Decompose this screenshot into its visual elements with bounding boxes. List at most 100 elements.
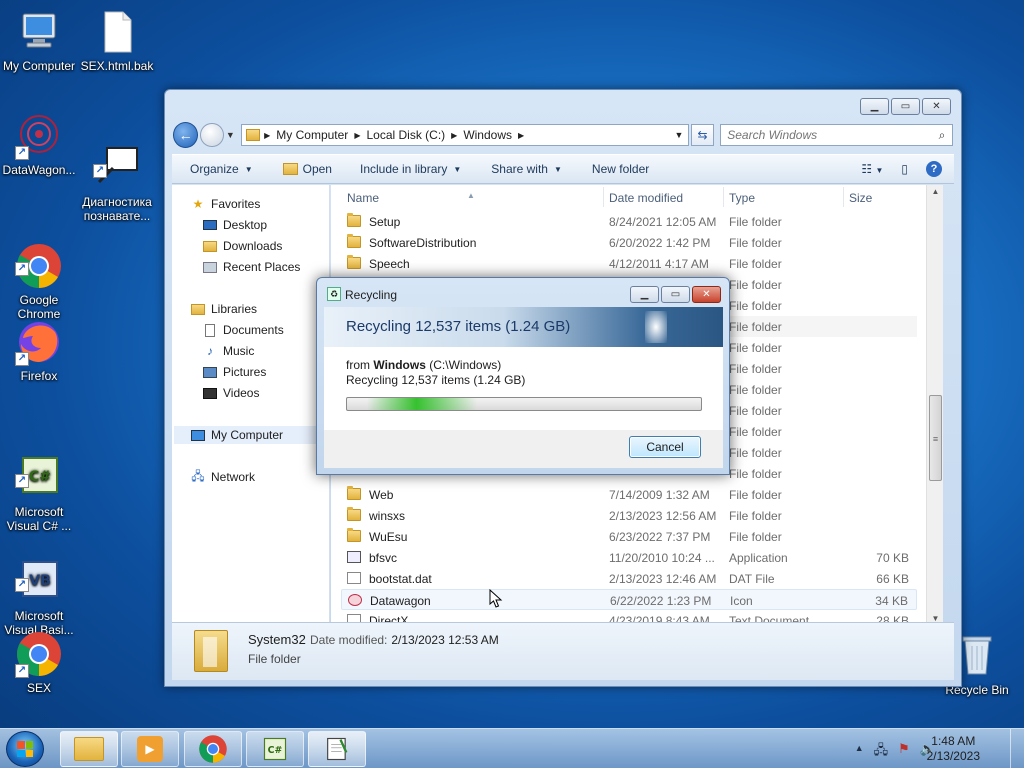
desktop-icon-diagnostics[interactable]: ↗ Диагностика познавате...: [78, 116, 156, 237]
column-divider[interactable]: [723, 187, 724, 207]
minimize-button[interactable]: ▁: [860, 98, 889, 115]
maximize-button[interactable]: ▭: [661, 286, 690, 303]
file-row[interactable]: SoftwareDistribution 6/20/2022 1:42 PM Fil…: [341, 232, 917, 253]
forward-button[interactable]: [200, 123, 224, 147]
maximize-button[interactable]: ▭: [891, 98, 920, 115]
nav-label: My Computer: [211, 428, 284, 442]
file-type: File folder: [729, 215, 782, 229]
file-row[interactable]: Setup 8/24/2021 12:05 AM File folder: [341, 211, 917, 232]
network-status-icon[interactable]: 🖧: [874, 741, 889, 763]
column-divider[interactable]: [603, 187, 604, 207]
search-input[interactable]: [727, 128, 932, 142]
nav-my-computer[interactable]: My Computer: [174, 426, 328, 444]
file-row[interactable]: bootstat.dat 2/13/2023 12:46 AM DAT File 66…: [341, 568, 917, 589]
cancel-button[interactable]: Cancel: [629, 436, 701, 458]
scrollbar-thumb[interactable]: ≡: [929, 395, 942, 481]
file-row[interactable]: Speech 4/12/2011 4:17 AM File folder: [341, 253, 917, 274]
refresh-button[interactable]: ⇆: [690, 124, 715, 146]
show-hidden-icons-icon[interactable]: ▲: [855, 743, 864, 763]
nav-label: Desktop: [223, 218, 268, 232]
recycle-icon: ♻: [327, 287, 341, 301]
scroll-up-icon[interactable]: ▲: [927, 187, 943, 196]
organize-button[interactable]: Organize ▼: [190, 162, 253, 176]
svg-text:VB: VB: [29, 573, 51, 589]
file-row[interactable]: Web 7/14/2009 1:32 AM File folder: [341, 484, 917, 505]
view-options-button[interactable]: ☷ ▼: [861, 162, 883, 176]
recycling-dialog[interactable]: ♻ Recycling ▁ ▭ ✕ Recycling 12,537 items…: [316, 277, 730, 475]
recent-pages-dropdown[interactable]: ▼: [224, 130, 238, 140]
music-icon: ♪: [207, 344, 213, 358]
shortcut-arrow-icon: ↗: [93, 164, 107, 178]
desktop-icon-firefox[interactable]: ↗ Firefox: [0, 318, 78, 383]
nav-documents[interactable]: Documents: [202, 321, 284, 339]
address-bar[interactable]: ▶ My Computer ▶ Local Disk (C:) ▶ Window…: [241, 124, 689, 146]
column-name[interactable]: Name: [347, 191, 379, 205]
show-desktop-button[interactable]: [1010, 729, 1024, 768]
chevron-down-icon: ▼: [553, 164, 562, 174]
chevron-right-icon[interactable]: ▶: [451, 131, 457, 140]
preview-pane-button[interactable]: ▯: [901, 162, 908, 176]
nav-music[interactable]: ♪ Music: [202, 342, 254, 360]
taskbar-notepad[interactable]: [308, 731, 366, 767]
nav-network[interactable]: 🖧 Network: [190, 468, 255, 486]
desktop-icon-datawagon[interactable]: ↗ DataWagon...: [0, 112, 78, 177]
taskbar-visual-csharp[interactable]: C#: [246, 731, 304, 767]
nav-desktop[interactable]: Desktop: [202, 216, 267, 234]
from-path: (C:\Windows): [429, 358, 502, 372]
open-button[interactable]: Open: [282, 162, 332, 176]
chevron-down-icon[interactable]: ▼: [670, 130, 688, 140]
taskbar-media-player[interactable]: ▶: [121, 731, 179, 767]
desktop-icon-visual-csharp[interactable]: C# ↗ Microsoft Visual C# ...: [0, 426, 78, 547]
column-type[interactable]: Type: [729, 191, 755, 205]
shortcut-arrow-icon: ↗: [15, 578, 29, 592]
file-row[interactable]: Datawagon 6/22/2022 1:23 PM Icon 34 KB: [341, 589, 917, 610]
new-folder-button[interactable]: New folder: [592, 162, 649, 176]
chevron-right-icon[interactable]: ▶: [354, 131, 360, 140]
desktop-icon-google-chrome[interactable]: ↗ Google Chrome: [0, 214, 78, 335]
search-icon[interactable]: ⌕: [932, 128, 952, 143]
taskbar-explorer[interactable]: [60, 731, 118, 767]
from-folder-link[interactable]: Windows: [373, 358, 426, 372]
nav-videos[interactable]: Videos: [202, 384, 259, 402]
taskbar-chrome[interactable]: [184, 731, 242, 767]
minimize-button[interactable]: ▁: [630, 286, 659, 303]
nav-libraries[interactable]: Libraries: [190, 300, 257, 318]
column-headers: ▲ Name Date modified Type Size: [331, 185, 943, 209]
breadcrumb-my-computer[interactable]: My Computer: [276, 128, 348, 142]
help-icon[interactable]: ?: [926, 161, 942, 177]
file-row[interactable]: bfsvc 11/20/2010 10:24 ... Application 70 K…: [341, 547, 917, 568]
file-row[interactable]: WuEsu 6/23/2022 7:37 PM File folder: [341, 526, 917, 547]
file-row[interactable]: winsxs 2/13/2023 12:56 AM File folder: [341, 505, 917, 526]
nav-favorites[interactable]: ★ Favorites: [190, 195, 261, 213]
nav-pictures[interactable]: Pictures: [202, 363, 266, 381]
column-size[interactable]: Size: [849, 191, 872, 205]
file-type: File folder: [729, 362, 782, 376]
column-divider[interactable]: [843, 187, 844, 207]
file-date: 11/20/2010 10:24 ...: [609, 551, 715, 565]
folder-icon: [347, 234, 361, 248]
back-button[interactable]: ←: [173, 122, 199, 148]
breadcrumb-local-disk[interactable]: Local Disk (C:): [366, 128, 445, 142]
column-date-modified[interactable]: Date modified: [609, 191, 683, 205]
chevron-right-icon[interactable]: ▶: [518, 131, 524, 140]
file-name: bfsvc: [369, 551, 398, 565]
search-box[interactable]: ⌕: [720, 124, 953, 146]
action-center-icon[interactable]: ⚑: [898, 741, 910, 763]
close-button[interactable]: ✕: [922, 98, 951, 115]
breadcrumb-windows[interactable]: Windows: [463, 128, 512, 142]
desktop-icon-my-computer[interactable]: My Computer: [0, 8, 78, 73]
nav-label: Documents: [223, 323, 284, 337]
clock[interactable]: 1:48 AM 2/13/2023: [927, 734, 980, 764]
desktop-icon-sex[interactable]: ↗ SEX: [0, 630, 78, 695]
vertical-scrollbar[interactable]: ▲ ≡ ▼: [926, 185, 943, 625]
share-with-button[interactable]: Share with ▼: [491, 162, 562, 176]
nav-downloads[interactable]: Downloads: [202, 237, 282, 255]
close-button[interactable]: ✕: [692, 286, 721, 303]
desktop-icon-label: SEX: [26, 681, 51, 695]
nav-recent-places[interactable]: Recent Places: [202, 258, 300, 276]
folder-icon: [347, 255, 361, 269]
include-in-library-button[interactable]: Include in library ▼: [360, 162, 461, 176]
start-button[interactable]: [6, 731, 44, 767]
desktop-icon-sex-html-bak[interactable]: SEX.html.bak: [78, 8, 156, 73]
chevron-right-icon[interactable]: ▶: [264, 131, 270, 140]
